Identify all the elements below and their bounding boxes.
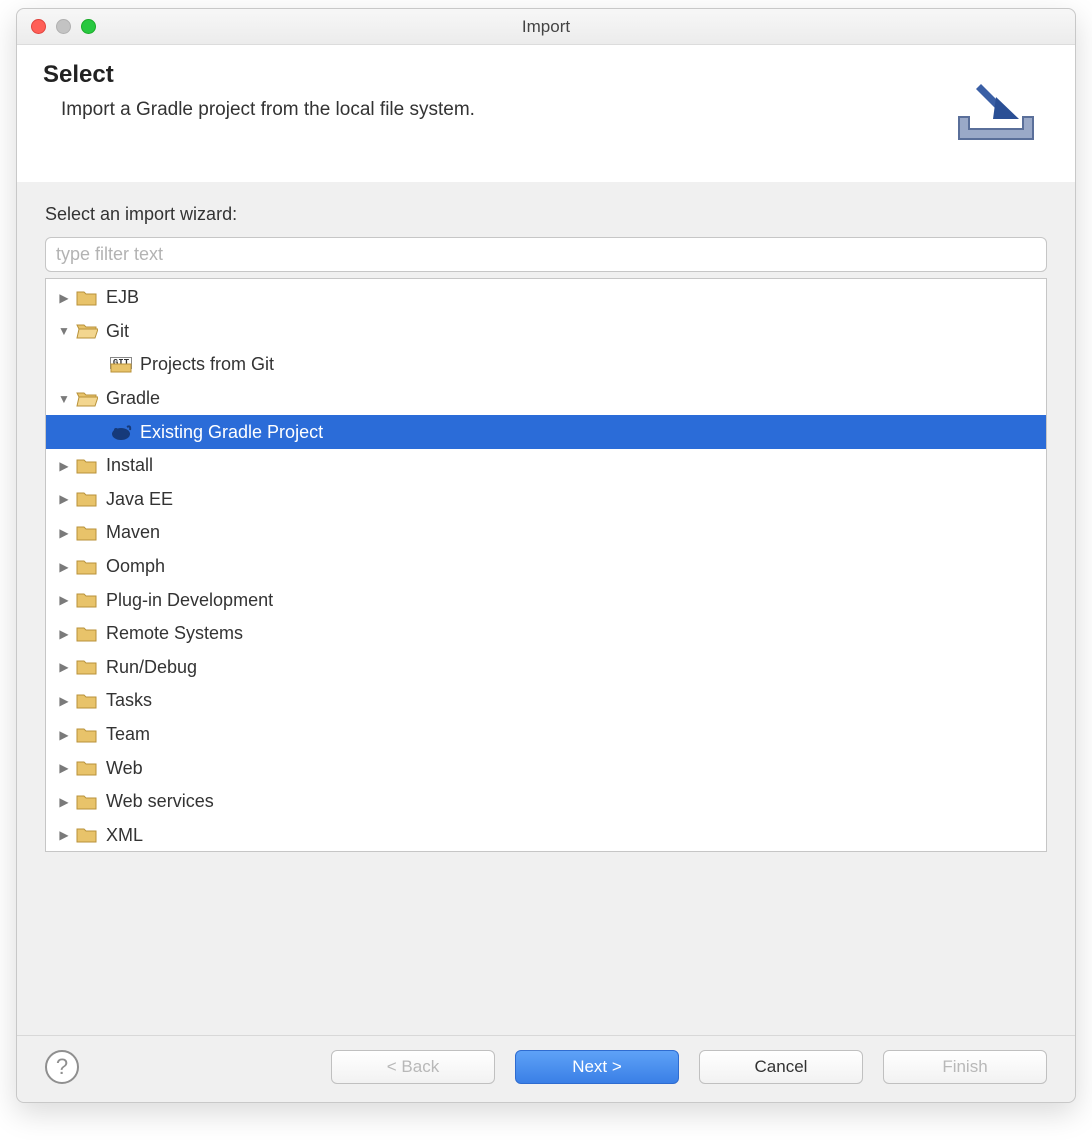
chevron-right-icon[interactable]: ▶ (56, 660, 72, 674)
chevron-right-icon[interactable]: ▶ (56, 728, 72, 742)
filter-input[interactable] (45, 237, 1047, 272)
tree-folder[interactable]: ▶ Java EE (46, 483, 1046, 517)
tree-folder[interactable]: ▶ Run/Debug (46, 651, 1046, 685)
tree-folder[interactable]: ▶ Maven (46, 516, 1046, 550)
tree-item-label: Plug-in Development (104, 590, 273, 611)
tree-folder[interactable]: ▶ Remote Systems (46, 617, 1046, 651)
tree-item-label: Tasks (104, 690, 152, 711)
tree-folder[interactable]: ▶ EJB (46, 281, 1046, 315)
folder-icon (76, 759, 98, 777)
help-button[interactable]: ? (45, 1050, 79, 1084)
tree-item-label: Oomph (104, 556, 165, 577)
tree-folder[interactable]: ▶ Tasks (46, 684, 1046, 718)
chevron-right-icon[interactable]: ▶ (56, 291, 72, 305)
window-zoom-button[interactable] (81, 19, 96, 34)
chevron-right-icon[interactable]: ▶ (56, 492, 72, 506)
next-button[interactable]: Next > (515, 1050, 679, 1084)
folder-icon (76, 322, 98, 340)
gradle-icon (110, 423, 132, 441)
tree-item[interactable]: Existing Gradle Project (46, 415, 1046, 449)
chevron-right-icon[interactable]: ▶ (56, 560, 72, 574)
wizard-heading: Select (43, 61, 475, 89)
tree-item-label: Run/Debug (104, 657, 197, 678)
tree-item-label: Gradle (104, 388, 160, 409)
wizard-tree[interactable]: ▶ EJB ▼ Git GIT Projects from Git ▼ Gradle Exist… (45, 278, 1047, 852)
folder-icon (76, 826, 98, 844)
tree-folder[interactable]: ▼ Gradle (46, 382, 1046, 416)
folder-icon (76, 591, 98, 609)
wizard-description: Import a Gradle project from the local f… (43, 99, 475, 121)
tree-folder[interactable]: ▶ Install (46, 449, 1046, 483)
chevron-down-icon[interactable]: ▼ (56, 392, 72, 406)
tree-folder[interactable]: ▶ Web services (46, 785, 1046, 819)
tree-item[interactable]: GIT Projects from Git (46, 348, 1046, 382)
tree-item-label: Existing Gradle Project (138, 422, 323, 443)
tree-item-label: XML (104, 825, 143, 846)
window-controls (17, 19, 96, 34)
window-title: Import (17, 17, 1075, 37)
folder-icon (76, 726, 98, 744)
folder-icon (76, 658, 98, 676)
cancel-button[interactable]: Cancel (699, 1050, 863, 1084)
window-minimize-button[interactable] (56, 19, 71, 34)
chevron-right-icon[interactable]: ▶ (56, 828, 72, 842)
chevron-right-icon[interactable]: ▶ (56, 627, 72, 641)
tree-item-label: Install (104, 455, 153, 476)
chevron-right-icon[interactable]: ▶ (56, 459, 72, 473)
chevron-down-icon[interactable]: ▼ (56, 324, 72, 338)
folder-icon (76, 289, 98, 307)
titlebar: Import (17, 9, 1075, 45)
tree-item-label: Maven (104, 522, 160, 543)
git-icon: GIT (110, 356, 132, 374)
chevron-right-icon[interactable]: ▶ (56, 694, 72, 708)
folder-icon (76, 490, 98, 508)
window-close-button[interactable] (31, 19, 46, 34)
tree-item-label: Web services (104, 791, 214, 812)
wizard-header: Select Import a Gradle project from the … (17, 45, 1075, 182)
tree-item-label: Team (104, 724, 150, 745)
tree-folder[interactable]: ▶ XML (46, 819, 1046, 853)
tree-item-label: Remote Systems (104, 623, 243, 644)
tree-item-label: Java EE (104, 489, 173, 510)
tree-folder[interactable]: ▶ Team (46, 718, 1046, 752)
folder-icon (76, 558, 98, 576)
select-wizard-label: Select an import wizard: (45, 204, 1047, 225)
tree-folder[interactable]: ▶ Web (46, 751, 1046, 785)
folder-icon (76, 390, 98, 408)
wizard-body: Select an import wizard: ▶ EJB ▼ Git GIT Proj… (17, 182, 1075, 1035)
chevron-right-icon[interactable]: ▶ (56, 593, 72, 607)
tree-item-label: Git (104, 321, 129, 342)
wizard-footer: ? < Back Next > Cancel Finish (17, 1035, 1075, 1102)
tree-folder[interactable]: ▼ Git (46, 315, 1046, 349)
chevron-right-icon[interactable]: ▶ (56, 761, 72, 775)
back-button[interactable]: < Back (331, 1050, 495, 1084)
folder-icon (76, 524, 98, 542)
tree-item-label: Projects from Git (138, 354, 274, 375)
folder-icon (76, 457, 98, 475)
chevron-right-icon[interactable]: ▶ (56, 795, 72, 809)
tree-item-label: Web (104, 758, 143, 779)
tree-folder[interactable]: ▶ Oomph (46, 550, 1046, 584)
tree-item-label: EJB (104, 287, 139, 308)
import-icon (951, 69, 1041, 154)
folder-icon (76, 793, 98, 811)
import-dialog: Import Select Import a Gradle project fr… (16, 8, 1076, 1103)
folder-icon (76, 625, 98, 643)
tree-folder[interactable]: ▶ Plug-in Development (46, 583, 1046, 617)
finish-button[interactable]: Finish (883, 1050, 1047, 1084)
folder-icon (76, 692, 98, 710)
chevron-right-icon[interactable]: ▶ (56, 526, 72, 540)
